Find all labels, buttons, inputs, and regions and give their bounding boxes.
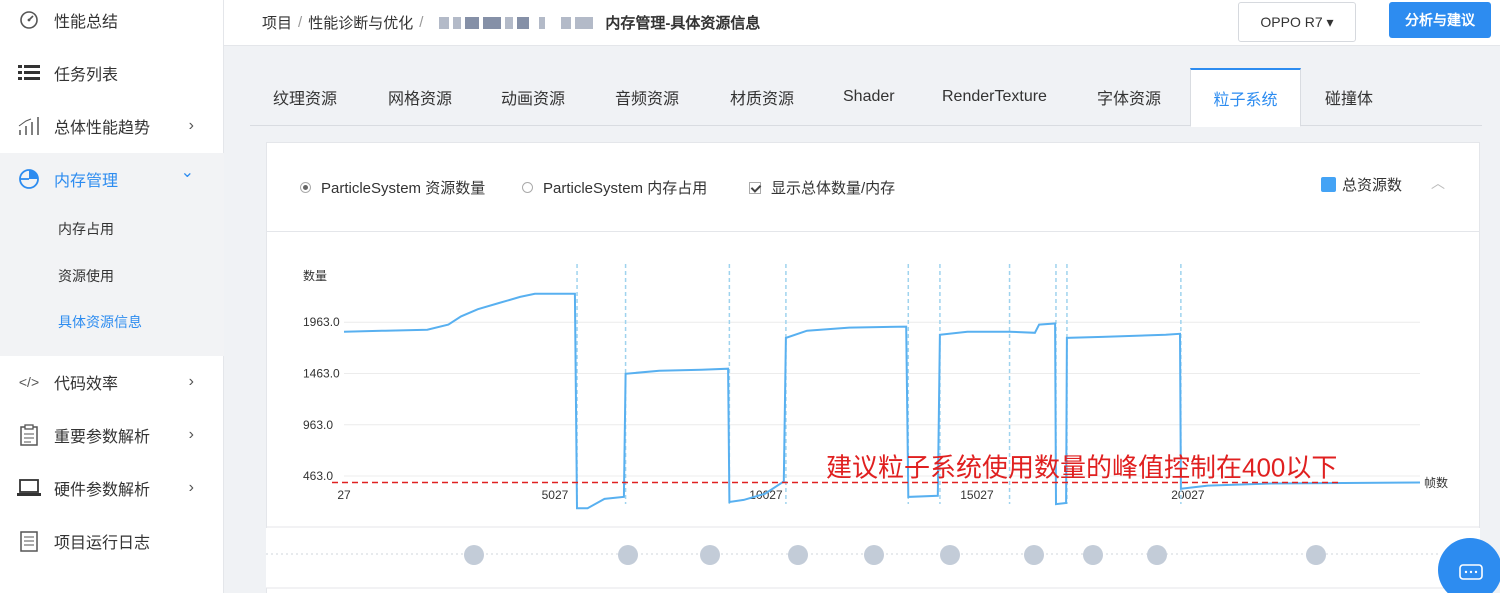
timeline-marker[interactable] <box>1306 545 1326 565</box>
x-tick-label: 15027 <box>960 488 994 502</box>
timeline-marker[interactable] <box>1083 545 1103 565</box>
timeline-marker[interactable] <box>864 545 884 565</box>
y-tick-label: 1963.0 <box>303 315 340 329</box>
timeline-marker[interactable] <box>1024 545 1044 565</box>
timeline-marker[interactable] <box>940 545 960 565</box>
chat-button[interactable] <box>1438 538 1500 593</box>
x-tick-label: 27 <box>337 488 351 502</box>
chat-icon <box>1459 564 1483 580</box>
timeline-marker[interactable] <box>700 545 720 565</box>
x-axis-label: 帧数 <box>1424 475 1448 490</box>
timeline-marker[interactable] <box>788 545 808 565</box>
y-tick-label: 963.0 <box>303 418 333 432</box>
timeline-marker[interactable] <box>618 545 638 565</box>
threshold-annotation: 建议粒子系统使用数量的峰值控制在400以下 <box>826 453 1337 483</box>
y-axis-label: 数量 <box>303 268 327 283</box>
x-tick-label: 5027 <box>542 488 569 502</box>
timeline-marker[interactable] <box>464 545 484 565</box>
particle-count-chart: 463.0 963.0 1463.0 1963.0 数量帧数 27 5027 10027 150… <box>266 264 1480 589</box>
y-tick-label: 463.0 <box>303 469 333 483</box>
y-tick-label: 1463.0 <box>303 366 340 380</box>
x-tick-label: 20027 <box>1171 488 1205 502</box>
x-tick-label: 10027 <box>749 488 783 502</box>
timeline-marker[interactable] <box>1147 545 1167 565</box>
